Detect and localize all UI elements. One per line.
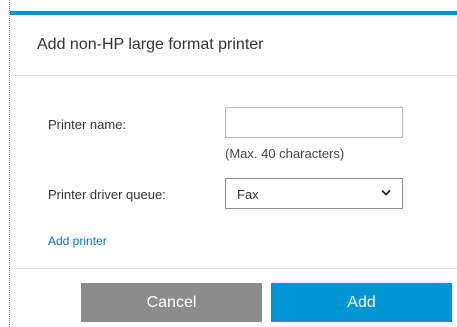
driver-queue-label: Printer driver queue:	[48, 187, 166, 202]
cancel-button[interactable]: Cancel	[81, 283, 262, 322]
footer-divider	[10, 268, 457, 269]
title-divider	[10, 75, 457, 76]
dialog-title: Add non-HP large format printer	[37, 36, 264, 53]
add-printer-dialog: Add non-HP large format printer Printer …	[9, 0, 457, 327]
driver-queue-select[interactable]: Fax	[225, 178, 403, 209]
add-printer-link[interactable]: Add printer	[48, 234, 107, 248]
dialog-accent-bar	[10, 11, 457, 15]
add-button[interactable]: Add	[271, 283, 452, 322]
printer-name-hint: (Max. 40 characters)	[225, 146, 345, 161]
printer-name-label: Printer name:	[48, 117, 127, 132]
printer-name-input[interactable]	[225, 107, 403, 138]
driver-queue-selected-value: Fax	[237, 187, 259, 202]
chevron-down-icon	[381, 190, 391, 196]
